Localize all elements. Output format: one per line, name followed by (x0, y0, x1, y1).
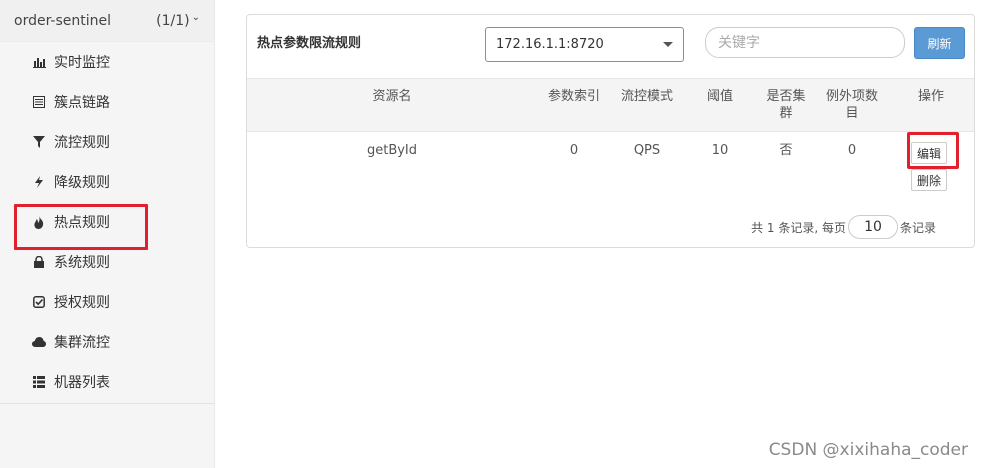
machine-select[interactable]: 172.16.1.1:8720 (485, 27, 684, 62)
app-name: order-sentinel (14, 12, 112, 29)
col-threshold: 阈值 (706, 89, 733, 104)
delete-button[interactable]: 删除 (911, 169, 947, 191)
app-count-text: (1/1) (156, 12, 190, 29)
cloud-icon (32, 335, 46, 349)
col-exceptions: 例外项数 目 (825, 89, 878, 121)
sidebar-item-cluster-flow[interactable]: 集群流控 (0, 322, 214, 362)
machine-select-value: 172.16.1.1:8720 (496, 37, 604, 52)
refresh-button[interactable]: 刷新 (914, 27, 965, 59)
sidebar-item-label: 簇点链路 (54, 95, 110, 111)
filter-icon (32, 135, 46, 149)
col-flow-mode: 流控模式 (620, 89, 673, 104)
col-resource-name: 资源名 (372, 89, 412, 104)
chevron-down-icon[interactable]: ⌄ (192, 12, 200, 23)
edit-button[interactable]: 编辑 (911, 142, 947, 164)
check-icon (32, 295, 46, 309)
col-cluster: 是否集 群 (766, 89, 806, 121)
sidebar-item-degrade-rules[interactable]: 降级规则 (0, 162, 214, 202)
list-icon (32, 95, 46, 109)
cell-threshold: 10 (711, 143, 729, 158)
sidebar-item-flow-rules[interactable]: 流控规则 (0, 122, 214, 162)
sidebar-item-cluster-link[interactable]: 簇点链路 (0, 82, 214, 122)
keyword-search-input[interactable] (705, 27, 905, 58)
sidebar-item-label: 机器列表 (54, 375, 110, 391)
cell-mode: QPS (633, 143, 661, 158)
sidebar-divider (0, 403, 214, 404)
watermark: CSDN @xixihaha_coder (768, 440, 968, 460)
caret-down-icon (663, 42, 673, 47)
sidebar-item-label: 系统规则 (54, 255, 110, 271)
col-param-index: 参数索引 (547, 89, 600, 104)
bar-chart-icon (32, 55, 46, 69)
flash-icon (32, 175, 46, 189)
col-actions: 操作 (917, 89, 944, 104)
app-header[interactable]: order-sentinel (1/1) ⌄ (0, 0, 214, 42)
page-size-input[interactable] (847, 215, 898, 239)
sidebar-item-label: 热点规则 (54, 215, 110, 231)
app-count: (1/1) ⌄ (156, 12, 200, 29)
sidebar-item-realtime-monitor[interactable]: 实时监控 (0, 42, 214, 82)
th-list-icon (32, 375, 46, 389)
hotspot-rules-panel: 热点参数限流规则 172.16.1.1:8720 刷新 资源名 参数索引 流控模… (246, 14, 975, 248)
sidebar-item-label: 集群流控 (54, 335, 110, 351)
cell-resource: getById (366, 143, 418, 158)
pagination: 共 1 条记录, 每页 条记录 (751, 215, 936, 239)
sidebar-item-auth-rules[interactable]: 授权规则 (0, 282, 214, 322)
table-header: 资源名 参数索引 流控模式 阈值 是否集 群 例外项数 目 操作 (247, 78, 974, 132)
sidebar-item-system-rules[interactable]: 系统规则 (0, 242, 214, 282)
fire-icon (32, 215, 46, 229)
sidebar-item-machine-list[interactable]: 机器列表 (0, 362, 214, 402)
panel-title: 热点参数限流规则 (257, 36, 362, 51)
cell-cluster: 否 (779, 143, 793, 158)
sidebar-item-label: 降级规则 (54, 175, 110, 191)
cell-param-index: 0 (569, 143, 579, 158)
pager-suffix: 条记录 (899, 220, 936, 235)
table-row: getById 0 QPS 10 否 0 编辑 删除 (247, 132, 974, 202)
sidebar-item-label: 实时监控 (54, 55, 110, 71)
lock-icon (32, 255, 46, 269)
sidebar-item-label: 授权规则 (54, 295, 110, 311)
sidebar-nav: 实时监控 簇点链路 流控规则 降级规则 热点规则 系统规则 授权规则 集群流控 … (0, 42, 214, 402)
sidebar-item-hotspot-rules[interactable]: 热点规则 (0, 202, 214, 250)
sidebar: order-sentinel (1/1) ⌄ 实时监控 簇点链路 流控规则 降级… (0, 0, 215, 468)
cell-exceptions: 0 (847, 143, 857, 158)
pager-prefix: 共 1 条记录, 每页 (751, 220, 846, 235)
sidebar-item-label: 流控规则 (54, 135, 110, 151)
